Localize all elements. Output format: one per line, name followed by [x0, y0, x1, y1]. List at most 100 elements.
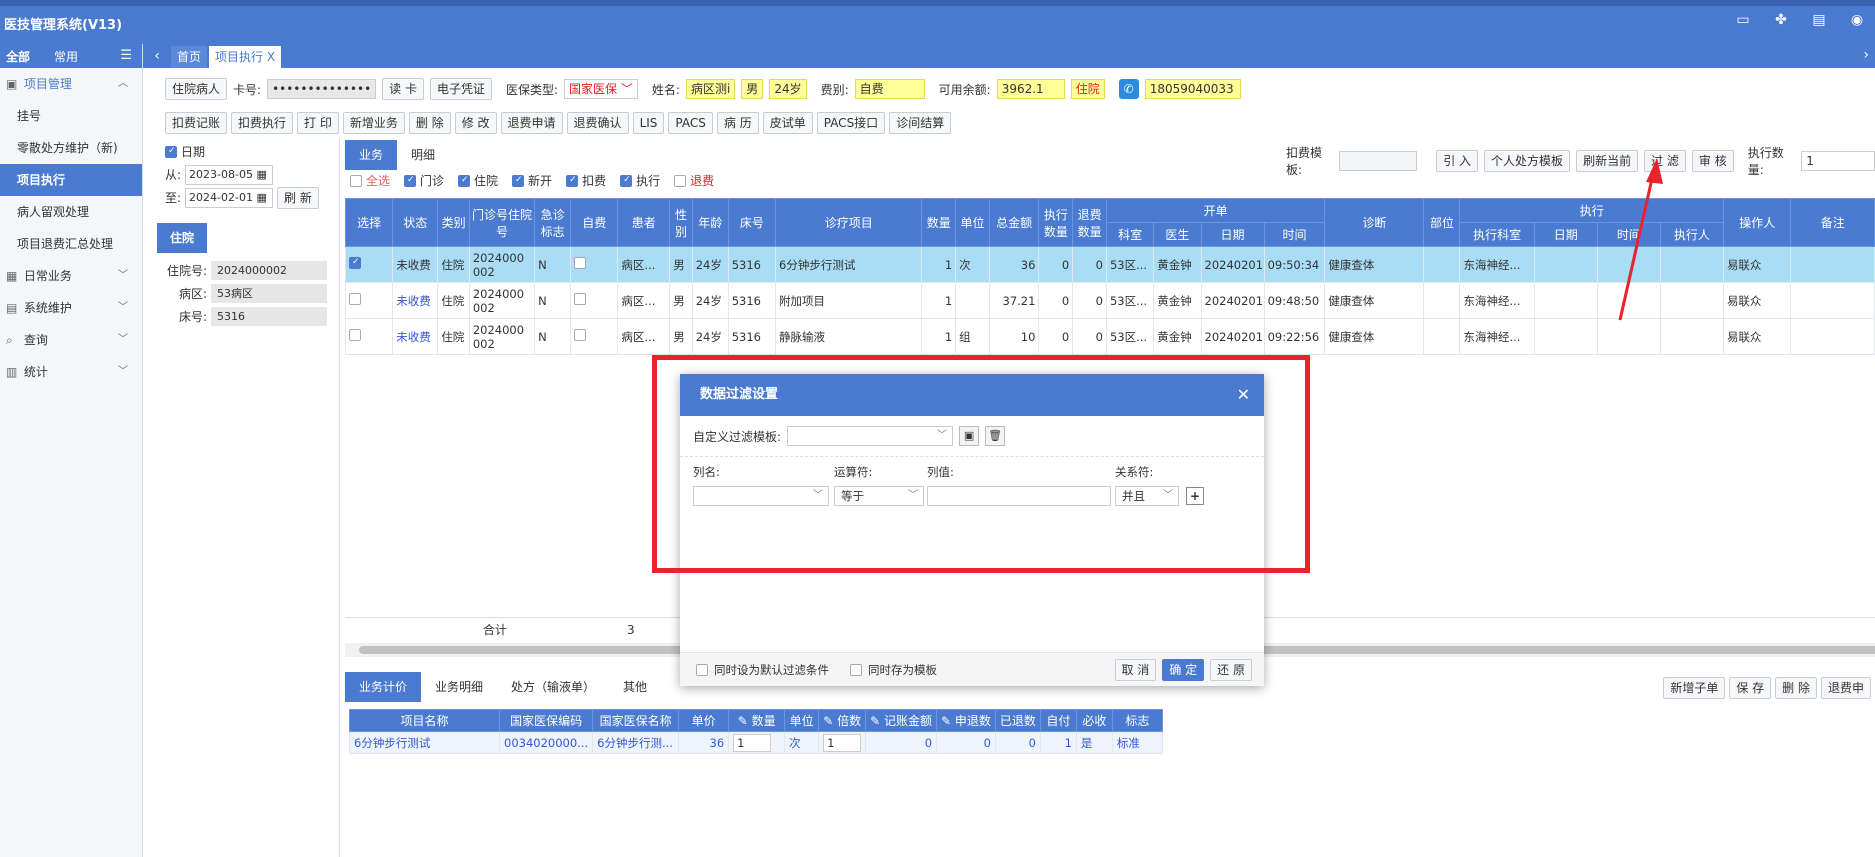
sub-column-header[interactable]: 自付 — [1039, 709, 1077, 732]
card-input[interactable]: •••••••••••••• — [267, 79, 377, 99]
filter-new[interactable]: 新开 — [512, 172, 552, 189]
column-header-20[interactable]: 诊断 — [1324, 198, 1425, 247]
sidebar-item-prescription[interactable]: 零散处方维护（新) — [0, 132, 142, 164]
inpatient-button[interactable]: 住院病人 — [165, 78, 228, 100]
tab-prescription[interactable]: 处方（输液单） — [497, 672, 609, 702]
column-header-23[interactable]: 日期 — [1533, 222, 1598, 247]
row-checkbox[interactable] — [349, 293, 361, 305]
column-header-3[interactable]: 门诊号住院号 — [468, 198, 536, 247]
column-header-22[interactable]: 执行科室 — [1459, 222, 1535, 247]
skin-test-button[interactable]: 皮试单 — [762, 112, 813, 134]
column-header-24[interactable]: 时间 — [1596, 222, 1661, 247]
column-header-11[interactable]: 数量 — [921, 198, 957, 247]
column-header-8[interactable]: 年龄 — [691, 198, 729, 247]
tab-pricing[interactable]: 业务计价 — [345, 672, 422, 702]
puzzle-icon[interactable]: ✤ — [1773, 12, 1789, 28]
sub-column-header[interactable]: 国家医保名称 — [592, 709, 680, 732]
operator-select[interactable]: 等于 ﹀ — [834, 486, 924, 506]
close-icon[interactable]: ✕ — [1237, 374, 1250, 416]
sub-column-header[interactable]: 单价 — [678, 709, 730, 732]
column-header-26[interactable]: 操作人 — [1722, 198, 1792, 247]
tab-business[interactable]: 业务 — [345, 140, 398, 170]
row-checkbox[interactable] — [349, 257, 361, 269]
sidebar-group-daily[interactable]: ▦ 日常业务 ﹀ — [0, 260, 142, 292]
sidebar-item-execute[interactable]: 项目执行 — [0, 164, 142, 196]
quantity-input[interactable]: 1 — [733, 733, 772, 752]
column-header-14[interactable]: 执行数量 — [1038, 198, 1074, 247]
filter-execute[interactable]: 执行 — [620, 172, 660, 189]
sidebar-group-stats[interactable]: ▥ 统计 ﹀ — [0, 356, 142, 388]
column-header-19[interactable]: 时间 — [1263, 222, 1326, 247]
sub-column-header[interactable]: ✎ 倍数 — [818, 709, 867, 732]
personal-template-button[interactable]: 个人处方模板 — [1484, 150, 1571, 172]
add-business-button[interactable]: 新增业务 — [342, 112, 405, 134]
add-sub-order-button[interactable]: 新增子单 — [1663, 677, 1726, 699]
e-cert-button[interactable]: 电子凭证 — [429, 78, 492, 100]
sub-column-header[interactable]: 单位 — [784, 709, 820, 732]
sidebar-tab-common[interactable]: 常用 — [54, 48, 78, 65]
ok-button[interactable]: 确 定 — [1162, 659, 1205, 681]
template-input[interactable] — [1339, 151, 1417, 171]
row-checkbox[interactable] — [349, 329, 361, 341]
row-checkbox[interactable] — [574, 293, 587, 305]
exec-count-input[interactable]: 1 — [1801, 151, 1875, 171]
row-checkbox[interactable] — [574, 257, 587, 269]
pacs-button[interactable]: PACS — [668, 112, 713, 134]
inpatient-tag[interactable]: 住院 — [157, 223, 207, 253]
column-header-18[interactable]: 日期 — [1200, 222, 1265, 247]
chevron-left-icon[interactable]: ‹ — [143, 44, 171, 68]
refresh-button[interactable]: 刷 新 — [277, 186, 319, 209]
column-header-open[interactable]: 开单 — [1105, 198, 1326, 223]
delete-button[interactable]: 删 除 — [408, 112, 451, 134]
column-header-7[interactable]: 性别 — [669, 198, 693, 247]
default-filter-option[interactable]: 同时设为默认过滤条件 — [696, 662, 829, 678]
multiple-input[interactable]: 1 — [823, 733, 862, 752]
column-header-27[interactable]: 备注 — [1790, 198, 1875, 247]
sub-column-header[interactable]: ✎ 申退数 — [936, 709, 996, 732]
sidebar-group-system[interactable]: ▤ 系统维护 ﹀ — [0, 292, 142, 324]
value-input[interactable] — [927, 486, 1111, 506]
save-icon[interactable]: ▣ — [959, 426, 980, 446]
trash-icon[interactable]: 🗑 — [985, 426, 1006, 446]
edit-button[interactable]: 修 改 — [454, 112, 497, 134]
eye-icon[interactable]: ◉ — [1849, 12, 1865, 28]
charge-execute-button[interactable]: 扣费执行 — [231, 112, 294, 134]
tab-execute[interactable]: 项目执行 X — [209, 46, 282, 68]
sidebar-item-refund-summary[interactable]: 项目退费汇总处理 — [0, 228, 142, 260]
chevron-right-icon[interactable]: › — [1863, 47, 1869, 63]
charge-record-button[interactable]: 扣费记账 — [165, 112, 228, 134]
sub-column-header[interactable]: 标志 — [1111, 709, 1163, 732]
column-header-16[interactable]: 科室 — [1105, 222, 1155, 247]
add-condition-button[interactable]: + — [1186, 487, 1204, 505]
column-header-2[interactable]: 类别 — [437, 198, 470, 247]
tab-detail[interactable]: 明细 — [397, 140, 449, 170]
refund-confirm-button[interactable]: 退费确认 — [566, 112, 629, 134]
column-header-1[interactable]: 状态 — [392, 198, 439, 247]
filter-inpatient[interactable]: 住院 — [458, 172, 498, 189]
tab-other[interactable]: 其他 — [609, 672, 661, 702]
column-header-12[interactable]: 单位 — [955, 198, 990, 247]
date-checkbox[interactable] — [165, 145, 177, 158]
sidebar-item-observation[interactable]: 病人留观处理 — [0, 196, 142, 228]
sidebar-group-project[interactable]: ▣ 项目管理 ︿ — [0, 68, 142, 100]
relation-select[interactable]: 并且 ﹀ — [1115, 486, 1179, 506]
table-row[interactable]: 未收费住院2024000002N 病区...男24岁53166分钟步行测试1次36… — [344, 246, 1875, 283]
column-header-13[interactable]: 总金额 — [988, 198, 1040, 247]
column-header-exec[interactable]: 执行 — [1459, 198, 1724, 223]
import-button[interactable]: 引 入 — [1436, 150, 1479, 172]
sub-column-header[interactable]: ✎ 数量 — [728, 709, 786, 732]
sidebar-tab-all[interactable]: 全部 — [6, 48, 30, 65]
table-row[interactable]: 6分钟步行测试 0034020000... 6分钟步行测... 36 1 次 1 0 0 0 1 是标… — [349, 731, 1163, 754]
to-date-input[interactable]: 2024-02-01 ▦ — [185, 187, 274, 208]
pacs-interface-button[interactable]: PACS接口 — [816, 112, 886, 134]
template-select[interactable]: ﹀ — [787, 426, 954, 446]
sidebar-item-register[interactable]: 挂号 — [0, 100, 142, 132]
tab-home[interactable]: 首页 — [171, 46, 208, 68]
save-button[interactable]: 保 存 — [1729, 677, 1772, 699]
sub-column-header[interactable]: 项目名称 — [349, 709, 500, 732]
reset-button[interactable]: 还 原 — [1210, 659, 1252, 681]
column-header-21[interactable]: 部位 — [1423, 198, 1461, 247]
column-header-10[interactable]: 诊疗项目 — [775, 198, 923, 247]
sidebar-group-query[interactable]: ⌕ 查询 ﹀ — [0, 324, 142, 356]
clipboard-icon[interactable]: ▤ — [1811, 12, 1827, 28]
